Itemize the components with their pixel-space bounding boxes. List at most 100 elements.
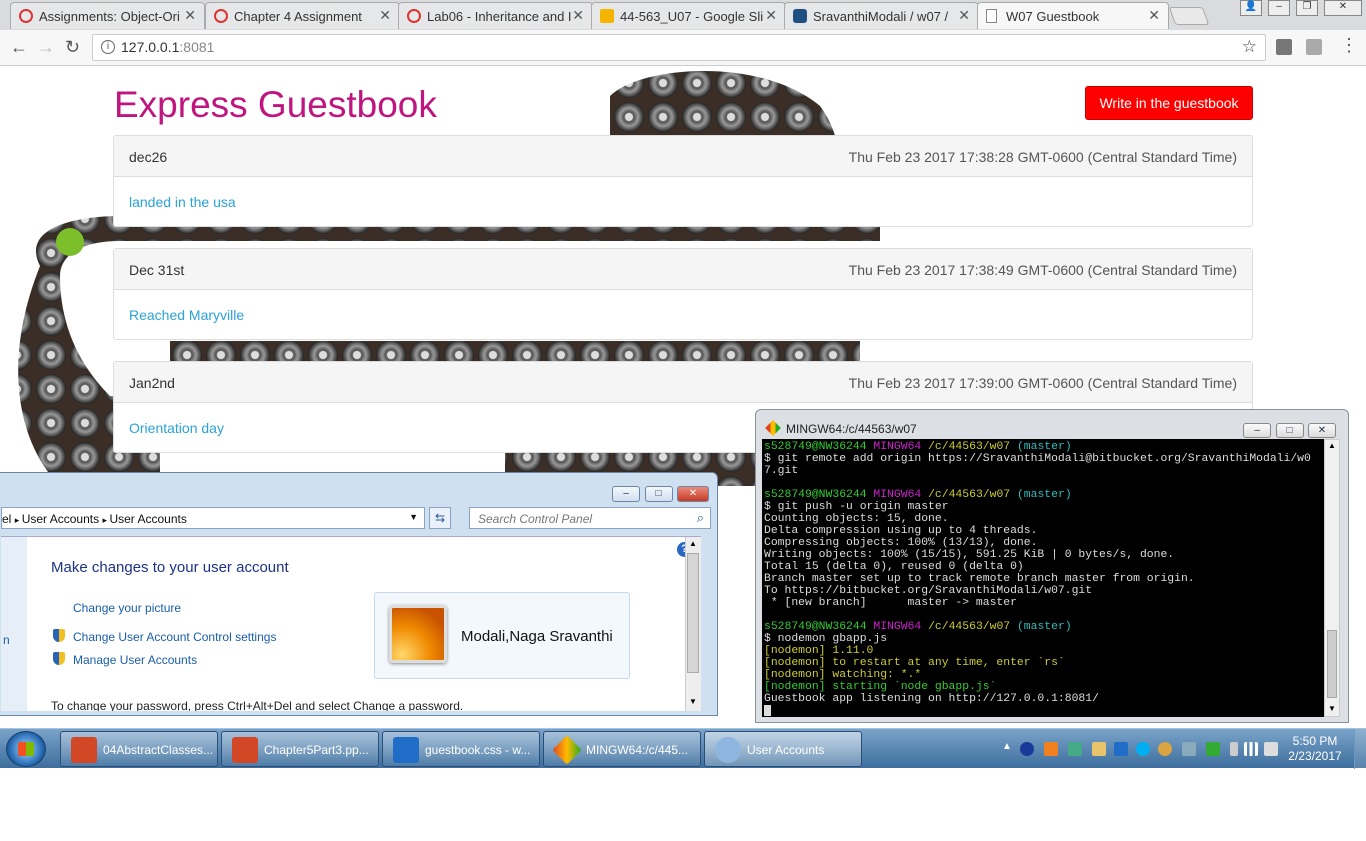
volume-mute-icon[interactable] [1264, 742, 1278, 756]
write-guestbook-button[interactable]: Write in the guestbook [1085, 86, 1253, 120]
minimize-button[interactable]: – [1268, 0, 1290, 16]
tray-people-icon[interactable] [1182, 742, 1196, 756]
terminal-output[interactable]: s528749@NW36244 MINGW64 /c/44563/w07 (ma… [762, 439, 1325, 717]
git-bash-window[interactable]: MINGW64:/c/44563/w07 – □ ✕ s528749@NW362… [755, 409, 1349, 723]
tab-title: 44-563_U07 - Google Sli [620, 9, 764, 24]
mail-icon[interactable] [1092, 742, 1106, 756]
new-tab-button[interactable] [1168, 7, 1210, 25]
taskbar-label: Chapter5Part3.pp... [264, 743, 369, 757]
scroll-thumb[interactable] [1327, 630, 1337, 698]
menu-icon[interactable]: ⋮ [1340, 35, 1358, 56]
pdf-extension-icon[interactable] [1306, 39, 1322, 55]
tray-green-icon[interactable] [1206, 742, 1220, 756]
page-title: Express Guestbook [114, 84, 437, 125]
clock-date: 2/23/2017 [1288, 749, 1342, 763]
window-title: MINGW64:/c/44563/w07 [786, 422, 917, 436]
close-window-button[interactable]: ✕ [1324, 0, 1362, 16]
taskbar-item[interactable]: Chapter5Part3.pp... [221, 731, 379, 767]
control-panel-content: n ? Make changes to your user account Ch… [1, 536, 701, 711]
browser-tab[interactable]: SravanthiModali / w07 / ✕ [784, 2, 979, 29]
forward-arrow-icon[interactable]: → [37, 37, 55, 58]
close-icon[interactable]: ✕ [184, 7, 196, 24]
scroll-up-icon[interactable]: ▲ [1328, 441, 1336, 450]
bitbucket-icon [793, 9, 807, 23]
dropdown-arrow-icon[interactable]: ▼ [409, 512, 418, 522]
close-icon[interactable]: ✕ [572, 7, 584, 24]
taskbar-label: User Accounts [747, 743, 825, 757]
browser-tab[interactable]: Lab06 - Inheritance and I ✕ [398, 2, 593, 29]
entry-body: Reached Maryville [114, 290, 1252, 339]
tray-app-icon[interactable] [1044, 742, 1058, 756]
address-bar[interactable]: i 127.0.0.1:8081 ☆ [92, 34, 1266, 61]
refresh-button[interactable]: ⇆ [429, 507, 451, 529]
browser-tab[interactable]: Assignments: Object-Ori ✕ [10, 2, 205, 29]
recycle-icon[interactable] [1068, 742, 1082, 756]
avatar[interactable] [389, 605, 447, 663]
git-bash-icon [552, 735, 582, 765]
browser-tab[interactable]: Chapter 4 Assignment ✕ [205, 2, 400, 29]
entry-date: Thu Feb 23 2017 17:38:28 GMT-0600 (Centr… [848, 149, 1237, 165]
start-button[interactable] [6, 731, 46, 767]
taskbar-item[interactable]: guestbook.css - w... [382, 731, 540, 767]
scroll-up-icon[interactable]: ▲ [689, 539, 697, 548]
battery-icon[interactable] [1230, 742, 1238, 756]
show-desktop-button[interactable] [1354, 729, 1366, 769]
bluetooth-icon[interactable] [1020, 742, 1034, 756]
window-controls: – □ ✕ [1243, 420, 1336, 438]
minimize-button[interactable]: – [1243, 423, 1272, 438]
prompt-line: s528749@NW36244 MINGW64 /c/44563/w07 (ma… [764, 441, 1323, 453]
scrollbar[interactable]: ▲ ▼ [685, 537, 701, 711]
system-clock[interactable]: 5:50 PM 2/23/2017 [1280, 734, 1350, 764]
address-breadcrumb[interactable]: el ▸ User Accounts ▸ User Accounts ▼ [1, 507, 425, 529]
close-icon[interactable]: ✕ [958, 7, 970, 24]
prompt-user: s528749@NW36244 [764, 489, 867, 501]
breadcrumb-item[interactable]: User Accounts [109, 512, 186, 526]
change-uac-settings-link[interactable]: Change User Account Control settings [73, 630, 276, 644]
tab-title: Chapter 4 Assignment [234, 9, 362, 24]
info-icon[interactable]: i [101, 40, 115, 54]
tab-title: Assignments: Object-Ori [39, 9, 180, 24]
browser-tab[interactable]: 44-563_U07 - Google Sli ✕ [591, 2, 786, 29]
entry-header: Jan2nd Thu Feb 23 2017 17:39:00 GMT-0600… [114, 362, 1252, 403]
extension-icon[interactable] [1276, 39, 1292, 55]
tab-title: W07 Guestbook [1006, 9, 1100, 24]
scroll-down-icon[interactable]: ▼ [689, 697, 697, 706]
restore-button[interactable]: ❐ [1296, 0, 1318, 16]
maximize-button[interactable]: □ [1275, 423, 1304, 438]
nav-partial-text[interactable]: n [3, 633, 10, 647]
user-profile-icon[interactable]: 👤 [1240, 0, 1262, 16]
search-icon[interactable]: ⌕ [697, 510, 704, 526]
output-line: Writing objects: 100% (15/15), 591.25 Ki… [764, 549, 1175, 561]
close-icon[interactable]: ✕ [379, 7, 391, 24]
bookmark-star-icon[interactable]: ☆ [1242, 37, 1257, 57]
breadcrumb-item[interactable]: User Accounts [22, 512, 99, 526]
reload-icon[interactable]: ↻ [65, 37, 80, 58]
close-icon[interactable]: ✕ [765, 7, 777, 24]
signal-icon[interactable] [1244, 742, 1258, 756]
tray-cloud-icon[interactable] [1158, 742, 1172, 756]
scrollbar[interactable]: ▲ ▼ [1324, 439, 1340, 717]
close-button[interactable]: ✕ [677, 486, 709, 502]
taskbar-item[interactable]: 04AbstractClasses... [60, 731, 218, 767]
change-picture-link[interactable]: Change your picture [73, 601, 181, 615]
minimize-button[interactable]: – [612, 486, 641, 502]
taskbar-item[interactable]: MINGW64:/c/445... [543, 731, 701, 767]
user-accounts-window[interactable]: – □ ✕ el ▸ User Accounts ▸ User Accounts… [0, 472, 718, 716]
prompt-path: /c/44563/w07 [928, 441, 1011, 453]
taskbar-item[interactable]: User Accounts [704, 731, 862, 767]
tray-expand-icon[interactable]: ▲ [1002, 741, 1012, 752]
browser-tab-active[interactable]: W07 Guestbook ✕ [977, 2, 1169, 29]
close-icon[interactable]: ✕ [1148, 7, 1160, 24]
maximize-button[interactable]: □ [644, 486, 673, 502]
outlook-icon[interactable] [1114, 742, 1128, 756]
scroll-thumb[interactable] [687, 553, 699, 673]
search-input[interactable]: Search Control Panel ⌕ [469, 507, 711, 529]
scroll-down-icon[interactable]: ▼ [1328, 704, 1336, 713]
prompt-host: MINGW64 [873, 621, 922, 633]
back-arrow-icon[interactable]: ← [10, 37, 28, 58]
command-line: $ nodemon gbapp.js [764, 633, 888, 645]
close-button[interactable]: ✕ [1308, 423, 1336, 438]
breadcrumb-arrow-icon: ▸ [14, 515, 22, 525]
skype-icon[interactable] [1136, 742, 1150, 756]
manage-user-accounts-link[interactable]: Manage User Accounts [73, 653, 197, 667]
